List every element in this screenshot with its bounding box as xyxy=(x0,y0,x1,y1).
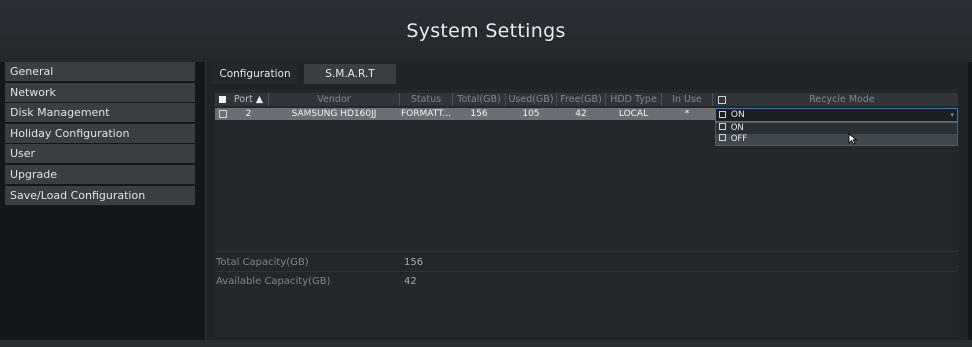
sidebar-item-user[interactable]: User xyxy=(5,144,195,164)
recycle-option-on[interactable]: ON xyxy=(716,123,957,134)
divider xyxy=(216,271,956,272)
disk-table-header: Port ▲ Vendor Status Total(GB) Used(GB) … xyxy=(215,93,958,106)
chevron-down-icon: ▾ xyxy=(950,111,954,119)
sidebar-item-disk-management[interactable]: Disk Management xyxy=(5,103,195,123)
mouse-cursor-icon xyxy=(848,133,858,145)
cell-status: FORMATT... xyxy=(400,109,452,119)
cell-port: 2 xyxy=(245,109,252,119)
sort-ascending-icon: ▲ xyxy=(255,94,264,105)
cell-free: 42 xyxy=(575,109,587,119)
cell-in-use: * xyxy=(684,109,690,119)
option-checkbox xyxy=(719,123,726,130)
column-header-recycle-mode[interactable]: Recycle Mode xyxy=(727,93,957,106)
sidebar-item-upgrade[interactable]: Upgrade xyxy=(5,164,195,184)
recycle-mode-options: ON OFF xyxy=(715,122,958,146)
sidebar-item-network[interactable]: Network xyxy=(5,82,195,102)
sidebar-item-holiday-configuration[interactable]: Holiday Configuration xyxy=(5,123,195,143)
recycle-mode-select[interactable]: ON ▾ xyxy=(715,108,958,122)
cell-total: 156 xyxy=(470,109,488,119)
page-title: System Settings xyxy=(406,20,566,42)
row-checkbox[interactable] xyxy=(219,110,227,118)
column-header-free[interactable]: Free(GB) xyxy=(557,93,606,106)
total-capacity-label: Total Capacity(GB) xyxy=(216,257,309,268)
tab-configuration[interactable]: Configuration xyxy=(212,64,298,84)
column-header-total[interactable]: Total(GB) xyxy=(453,93,506,106)
sidebar: General Network Disk Management Holiday … xyxy=(5,62,195,340)
divider xyxy=(216,251,956,252)
recycle-column-checkbox[interactable] xyxy=(718,96,726,104)
cell-vendor: SAMSUNG HD160JJ xyxy=(291,109,377,119)
column-header-port[interactable]: Port ▲ xyxy=(229,93,269,106)
recycle-mode-value: ON xyxy=(730,110,745,120)
select-all-checkbox[interactable] xyxy=(219,96,226,103)
sidebar-item-general[interactable]: General xyxy=(5,62,195,81)
column-header-hdd-type[interactable]: HDD Type xyxy=(606,93,662,106)
cell-used: 105 xyxy=(522,109,540,119)
option-checkbox xyxy=(719,134,726,141)
column-header-status[interactable]: Status xyxy=(400,93,453,106)
cell-hdd-type: LOCAL xyxy=(618,109,649,119)
column-header-used[interactable]: Used(GB) xyxy=(506,93,557,106)
recycle-option-off[interactable]: OFF xyxy=(716,134,957,145)
footer-bar xyxy=(0,340,972,347)
available-capacity-value: 42 xyxy=(404,276,417,287)
table-row[interactable]: 2 SAMSUNG HD160JJ FORMATT... 156 105 42 … xyxy=(215,108,721,120)
column-header-vendor[interactable]: Vendor xyxy=(269,93,400,106)
tab-smart[interactable]: S.M.A.R.T xyxy=(304,64,396,84)
column-header-in-use[interactable]: In Use xyxy=(662,93,713,106)
header-bar: System Settings xyxy=(0,0,972,62)
available-capacity-label: Available Capacity(GB) xyxy=(216,276,331,287)
recycle-mode-checkbox[interactable] xyxy=(719,111,726,118)
sidebar-item-save-load-configuration[interactable]: Save/Load Configuration xyxy=(5,185,195,205)
total-capacity-value: 156 xyxy=(404,257,424,268)
